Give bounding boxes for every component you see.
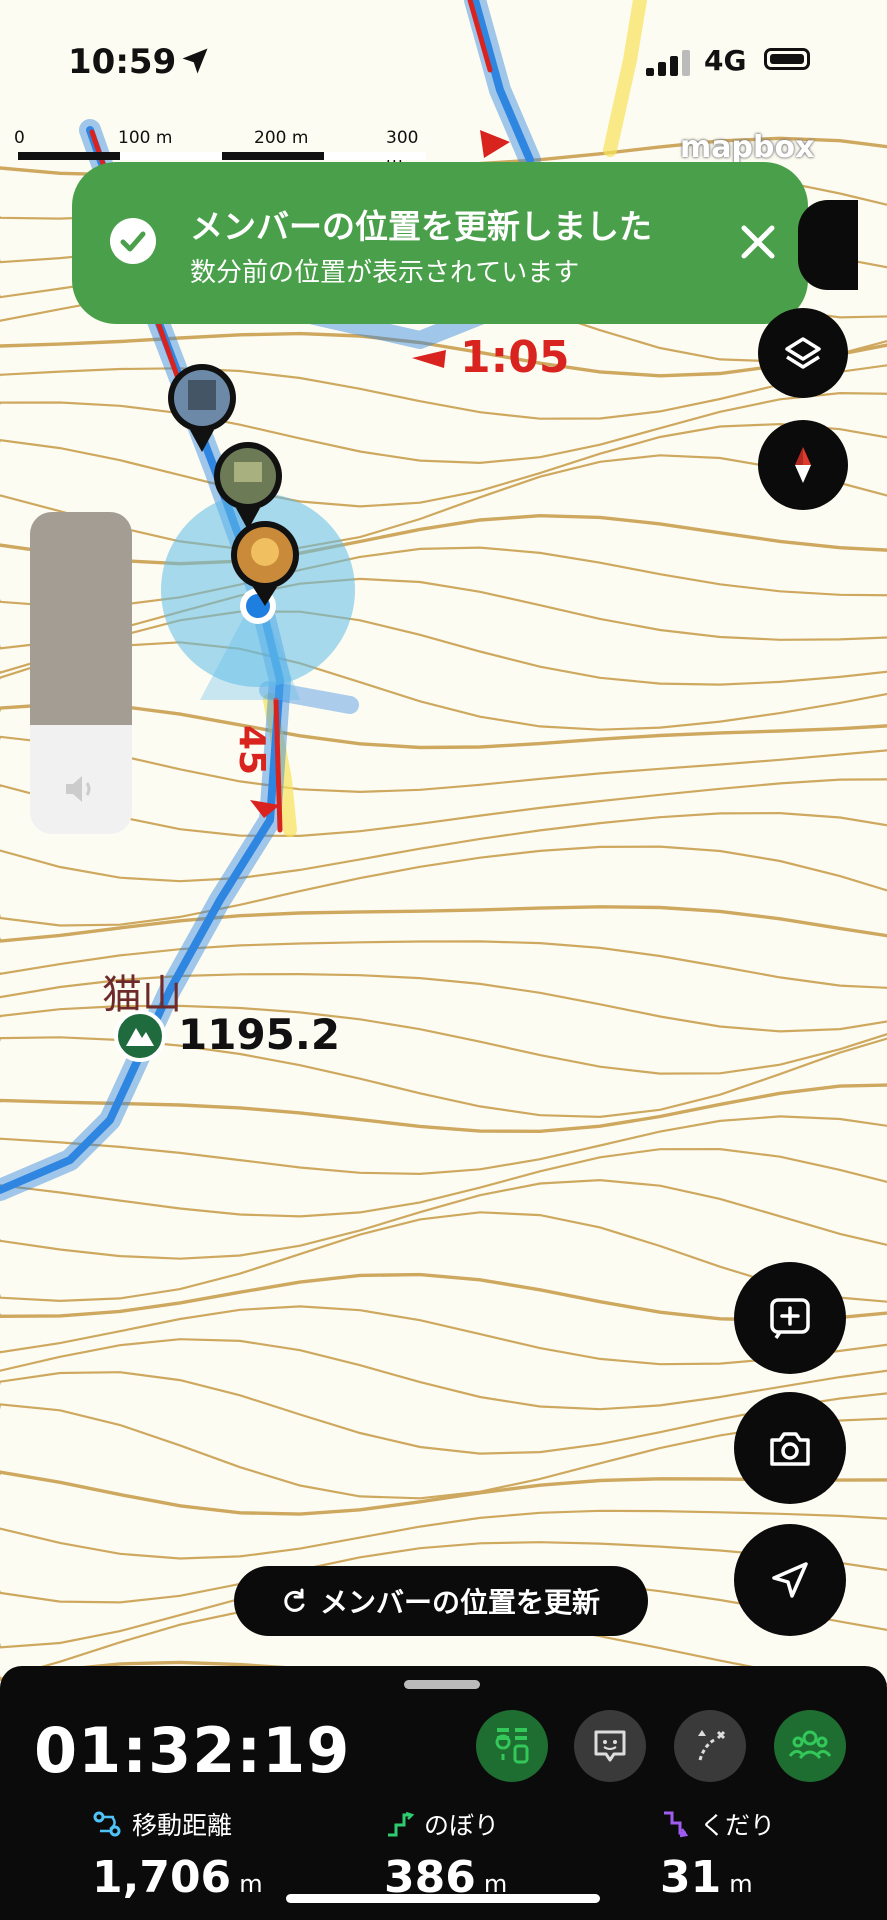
tab-course[interactable] xyxy=(674,1710,746,1782)
contour-line xyxy=(0,1115,887,1176)
memo-icon xyxy=(594,1730,626,1762)
camera-button[interactable] xyxy=(734,1392,846,1504)
scale-label: 0 xyxy=(14,128,25,148)
panel-handle[interactable] xyxy=(404,1680,480,1689)
stat-label: 移動距離 xyxy=(132,1811,233,1840)
check-icon xyxy=(110,218,156,264)
contour-line xyxy=(0,513,887,566)
cellular-signal-icon xyxy=(646,50,692,80)
ascent-icon xyxy=(388,1811,414,1837)
close-icon[interactable] xyxy=(724,208,792,276)
stat-ascent: のぼり 386 m xyxy=(384,1806,507,1903)
layers-button[interactable] xyxy=(758,308,848,398)
speaker-icon xyxy=(60,770,98,812)
current-location-button[interactable] xyxy=(734,1524,846,1636)
add-memo-icon xyxy=(770,1298,810,1339)
map-scale-bar: 0 100 m 200 m 300 m xyxy=(14,128,434,168)
descent-icon xyxy=(664,1811,689,1838)
contour-line xyxy=(0,641,887,731)
volume-slider[interactable] xyxy=(30,512,132,834)
stat-unit: m xyxy=(729,1870,753,1898)
segment-time-label-2: 45 xyxy=(231,725,272,775)
compass-icon xyxy=(795,447,811,483)
contour-line xyxy=(0,546,887,608)
stat-value: 31 xyxy=(660,1852,722,1903)
memo-list-button[interactable] xyxy=(798,200,858,290)
activity-panel: 01:32:19 移動距離 1,706 m のぼり 386 m くだり 31 m xyxy=(0,1666,887,1920)
volume-level xyxy=(30,512,132,725)
scale-label: 100 m xyxy=(118,128,173,148)
contour-line xyxy=(0,391,887,465)
mapbox-attribution[interactable]: mapbox xyxy=(680,130,814,165)
contour-line xyxy=(0,364,887,420)
notification-toast: メンバーの位置を更新しました 数分前の位置が表示されています xyxy=(72,162,808,324)
contour-line xyxy=(0,454,887,551)
contour-line xyxy=(0,422,887,508)
network-type: 4G xyxy=(704,44,747,77)
battery-icon xyxy=(764,48,810,70)
tab-memo[interactable] xyxy=(574,1710,646,1782)
route-summary-icon xyxy=(495,1728,529,1764)
contour-line xyxy=(0,1178,887,1260)
contour-line xyxy=(0,845,887,927)
layers-icon xyxy=(785,337,821,369)
stat-label: のぼり xyxy=(424,1811,500,1840)
members-icon xyxy=(788,1730,832,1760)
route-red xyxy=(89,0,493,833)
elapsed-time: 01:32:19 xyxy=(34,1714,351,1787)
stat-label: くだり xyxy=(700,1811,776,1840)
add-memo-button[interactable] xyxy=(734,1262,846,1374)
screen: 1:05 45 10:59 4G 0 100 m 200 m 300 m map… xyxy=(0,0,887,1920)
home-indicator[interactable] xyxy=(286,1894,600,1903)
tab-members[interactable] xyxy=(774,1710,846,1782)
member-avatar-1 xyxy=(168,364,236,452)
contour-line xyxy=(0,702,887,750)
peak-icon[interactable] xyxy=(114,1010,166,1062)
compass-button[interactable] xyxy=(758,420,848,510)
status-bar: 10:59 4G xyxy=(0,38,887,82)
stat-distance: 移動距離 1,706 m xyxy=(92,1806,263,1903)
contour-line xyxy=(0,735,887,794)
navigate-icon xyxy=(772,1562,808,1598)
stat-value: 1,706 xyxy=(92,1852,232,1903)
refresh-members-label: メンバーの位置を更新 xyxy=(319,1586,600,1619)
toast-title: メンバーの位置を更新しました xyxy=(190,207,652,246)
tab-route-summary[interactable] xyxy=(476,1710,548,1782)
toast-subtitle: 数分前の位置が表示されています xyxy=(190,258,580,288)
scale-label: 200 m xyxy=(254,128,309,148)
status-time: 10:59 xyxy=(68,42,177,82)
refresh-icon xyxy=(284,1588,305,1612)
location-arrow-icon xyxy=(180,46,210,80)
stat-unit: m xyxy=(239,1870,263,1898)
camera-icon xyxy=(770,1432,810,1466)
contour-line xyxy=(0,811,887,883)
stat-descent: くだり 31 m xyxy=(660,1806,775,1903)
refresh-members-button[interactable]: メンバーの位置を更新 xyxy=(234,1566,648,1636)
peak-elevation: 1195.2 xyxy=(178,1010,341,1059)
course-icon xyxy=(698,1730,726,1761)
distance-icon xyxy=(93,1811,121,1837)
contour-line xyxy=(0,610,887,686)
segment-time-label: 1:05 xyxy=(460,332,569,383)
